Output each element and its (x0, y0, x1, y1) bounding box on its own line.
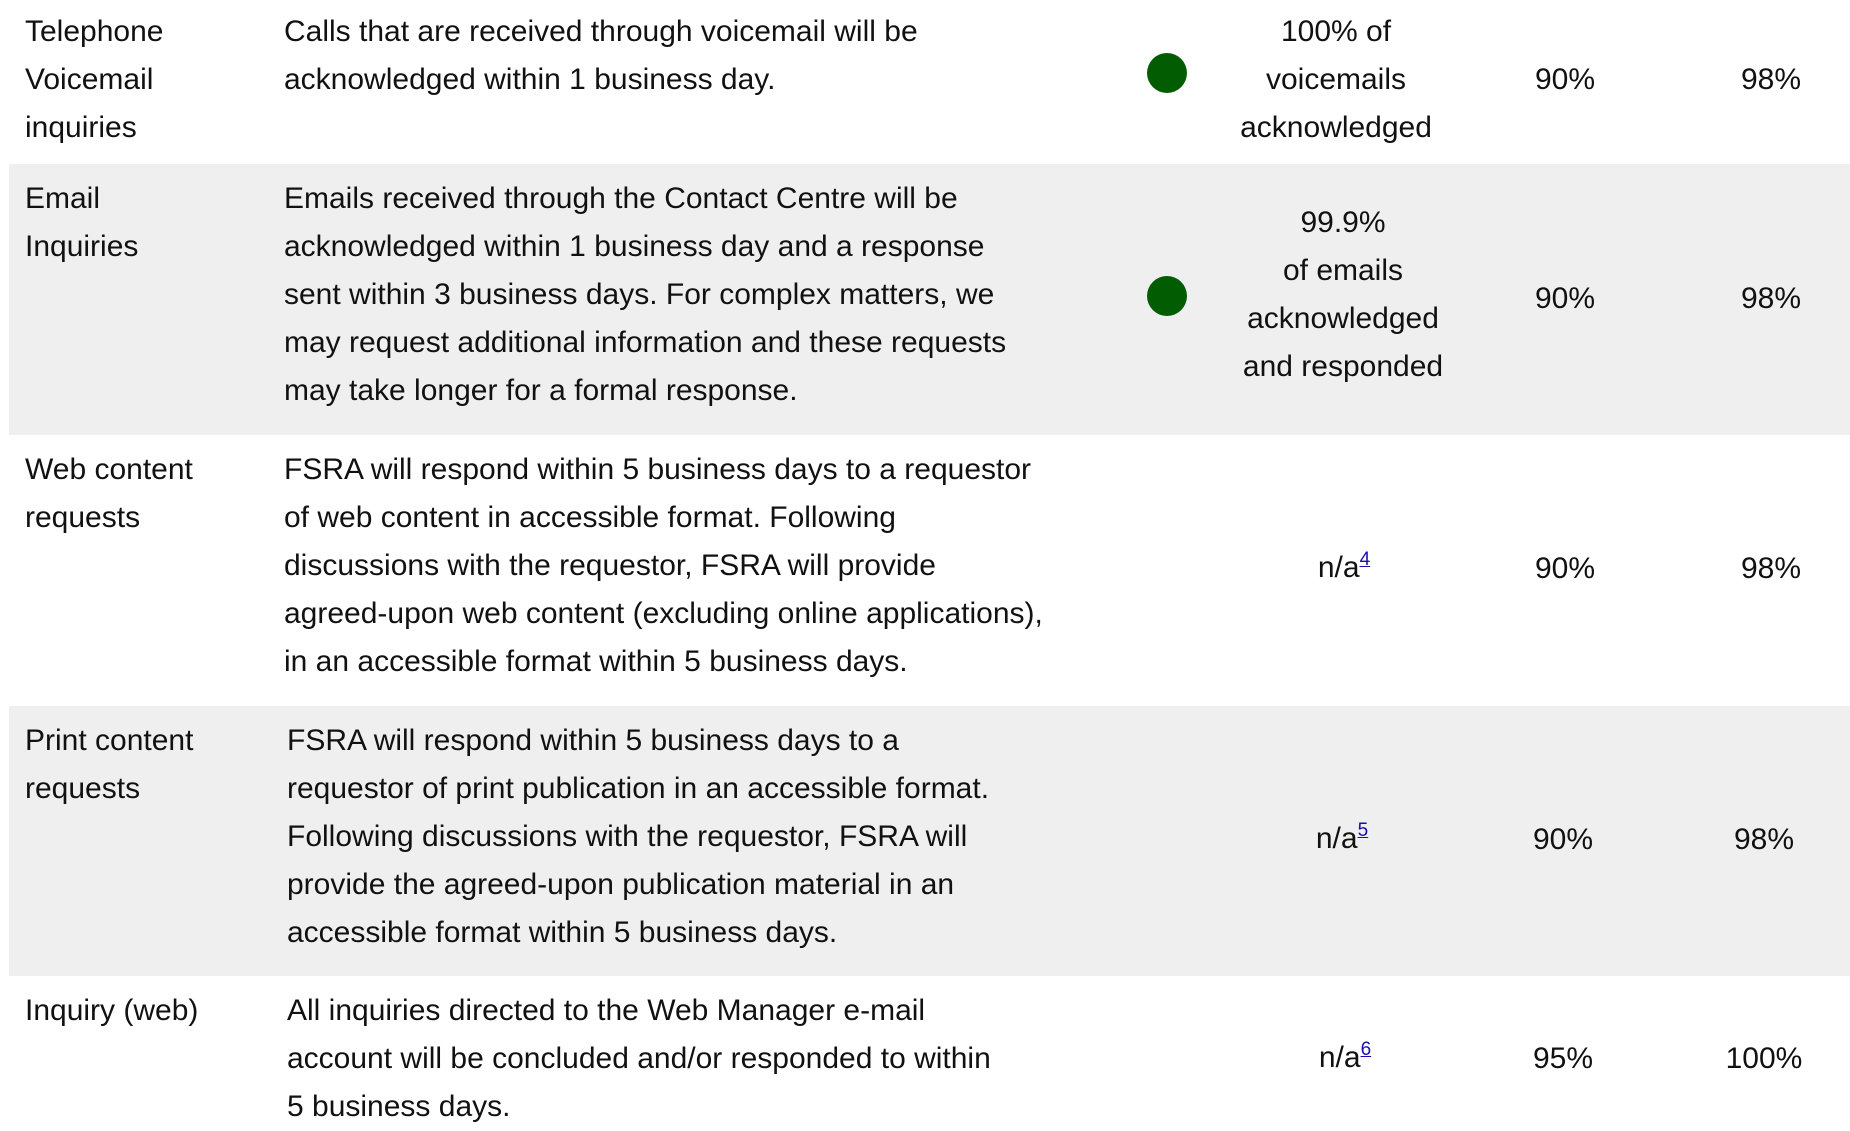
result-line: 100% of (1280, 15, 1392, 48)
row-result: 100% of voicemails acknowledged (1206, 8, 1466, 152)
row-actual: 98% (1740, 552, 1802, 585)
row-target: 90% (1534, 552, 1596, 585)
row-name: Email Inquiries (25, 175, 255, 271)
row-actual: 98% (1740, 63, 1802, 96)
row-target: 90% (1532, 823, 1594, 856)
description-line: agreed-upon web content (excluding onlin… (284, 597, 1043, 630)
row-result: n/a4 (1214, 544, 1474, 592)
row-name: Print content requests (25, 717, 255, 813)
result-line: acknowledged (1247, 302, 1439, 335)
result-line: acknowledged (1240, 111, 1432, 144)
table-row-inquiry-web: Inquiry (web) All inquiries directed to … (9, 976, 1850, 1129)
description-line: All inquiries directed to the Web Manage… (287, 994, 926, 1027)
description-line: may take longer for a formal response. (284, 374, 798, 407)
description-line: may request additional information and t… (284, 326, 1007, 359)
row-name: Telephone Voicemail inquiries (25, 8, 255, 152)
description-line: discussions with the requestor, FSRA wil… (284, 549, 936, 582)
row-name-line: Email (25, 182, 101, 215)
service-standards-table: Telephone Voicemail inquiries Calls that… (9, 0, 1850, 1129)
row-description: FSRA will respond within 5 business days… (287, 717, 989, 957)
row-target: 90% (1534, 282, 1596, 315)
footnote-link[interactable]: 6 (1361, 1039, 1372, 1060)
table-row-email-inquiries: Email Inquiries Emails received through … (9, 164, 1850, 435)
row-name-line: Telephone (25, 15, 164, 48)
description-line: acknowledged within 1 business day and a… (284, 230, 985, 263)
table-row-web-content-requests: Web content requests FSRA will respond w… (9, 435, 1850, 706)
row-target: 95% (1532, 1042, 1594, 1075)
row-name-line: Inquiry (web) (25, 994, 199, 1027)
row-result: n/a5 (1212, 815, 1472, 863)
row-name-line: Web content (25, 453, 193, 486)
table-row-print-content-requests: Print content requests FSRA will respond… (9, 706, 1850, 976)
description-line: requestor of print publication in an acc… (287, 772, 990, 805)
row-actual: 98% (1733, 823, 1795, 856)
description-line: Emails received through the Contact Cent… (284, 182, 958, 215)
row-description: Calls that are received through voicemai… (284, 8, 918, 104)
description-line: 5 business days. (287, 1090, 511, 1123)
result-line: 99.9% (1300, 206, 1386, 239)
row-name-line: inquiries (25, 111, 137, 144)
description-line: sent within 3 business days. For complex… (284, 278, 995, 311)
footnote-link[interactable]: 4 (1360, 549, 1371, 570)
result-text: n/a (1317, 551, 1360, 584)
description-line: Following discussions with the requestor… (287, 820, 968, 853)
row-name-line: requests (25, 772, 141, 805)
row-description: FSRA will respond within 5 business days… (284, 446, 1043, 686)
row-result: n/a6 (1215, 1034, 1475, 1082)
row-name-line: Print content (25, 724, 194, 757)
description-line: in an accessible format within 5 busines… (284, 645, 908, 678)
row-target: 90% (1534, 63, 1596, 96)
table-row-telephone-voicemail: Telephone Voicemail inquiries Calls that… (9, 0, 1850, 164)
result-text: n/a (1315, 822, 1358, 855)
description-line: of web content in accessible format. Fol… (284, 501, 896, 534)
row-name-line: Inquiries (25, 230, 139, 263)
description-line: accessible format within 5 business days… (287, 916, 838, 949)
status-green-dot (1147, 53, 1187, 93)
row-description: All inquiries directed to the Web Manage… (287, 987, 991, 1131)
description-line: account will be concluded and/or respond… (287, 1042, 991, 1075)
result-text: n/a (1318, 1041, 1361, 1074)
description-line: FSRA will respond within 5 business days… (284, 453, 1032, 486)
row-name: Web content requests (25, 446, 255, 542)
result-line: and responded (1242, 350, 1444, 383)
description-line: Calls that are received through voicemai… (284, 15, 918, 48)
row-result: 99.9% of emails acknowledged and respond… (1213, 199, 1473, 391)
description-line: acknowledged within 1 business day. (284, 63, 776, 96)
result-line: of emails (1282, 254, 1404, 287)
row-name: Inquiry (web) (25, 987, 255, 1035)
footnote-link[interactable]: 5 (1358, 820, 1369, 841)
description-line: FSRA will respond within 5 business days… (287, 724, 899, 757)
description-line: provide the agreed-upon publication mate… (287, 868, 955, 901)
row-description: Emails received through the Contact Cent… (284, 175, 1006, 415)
row-actual: 98% (1740, 282, 1802, 315)
row-name-line: requests (25, 501, 141, 534)
row-name-line: Voicemail (25, 63, 154, 96)
row-actual: 100% (1725, 1042, 1803, 1075)
status-green-dot (1147, 276, 1187, 316)
result-line: voicemails (1265, 63, 1407, 96)
